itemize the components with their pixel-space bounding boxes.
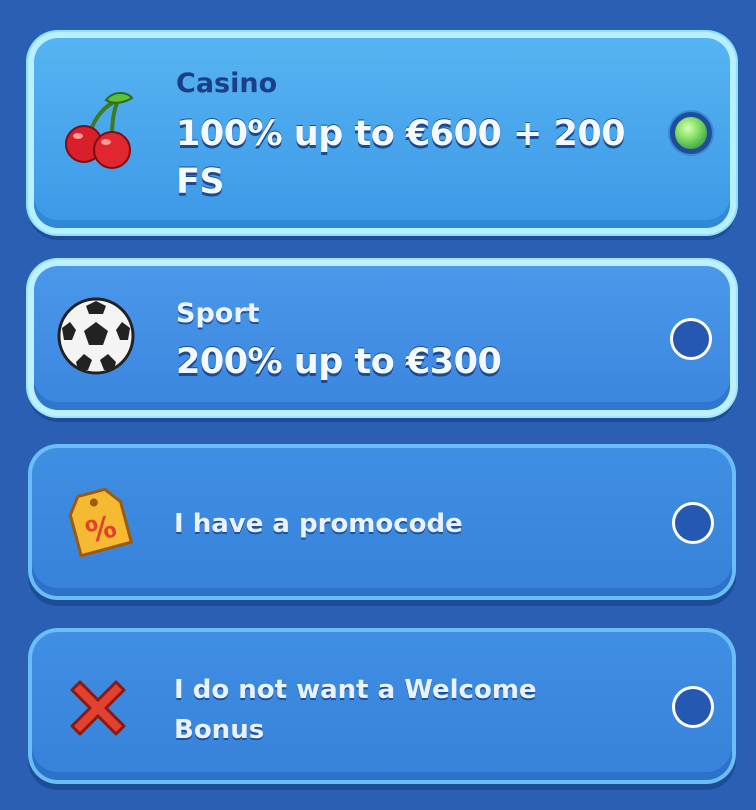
bonus-option-no-bonus[interactable]: I do not want a Welcome Bonus [28, 628, 736, 784]
radio-promocode[interactable] [672, 502, 714, 544]
bonus-option-casino[interactable]: Casino 100% up to €600 + 200 FS [28, 32, 736, 234]
radio-no-bonus[interactable] [672, 686, 714, 728]
radio-selected-casino[interactable] [670, 112, 712, 154]
option-title-sport: Sport [176, 298, 260, 329]
percent-tag-icon: % [68, 487, 133, 558]
cherries-icon [65, 92, 134, 169]
option-label-promocode: I have a promocode [174, 509, 463, 539]
option-headline-casino: 100% up to €600 + 200 FS [176, 114, 626, 202]
soccer-ball-icon [57, 297, 135, 375]
option-headline-sport: 200% up to €300 [176, 342, 502, 382]
bonus-option-sport[interactable]: Sport 200% up to €300 [28, 260, 736, 416]
option-title-casino: Casino [176, 68, 278, 99]
red-x-icon [70, 680, 126, 736]
bonus-option-promocode[interactable]: % I have a promocode [28, 444, 736, 600]
radio-sport[interactable] [670, 318, 712, 360]
option-label-no-bonus: I do not want a Welcome Bonus [174, 675, 537, 745]
